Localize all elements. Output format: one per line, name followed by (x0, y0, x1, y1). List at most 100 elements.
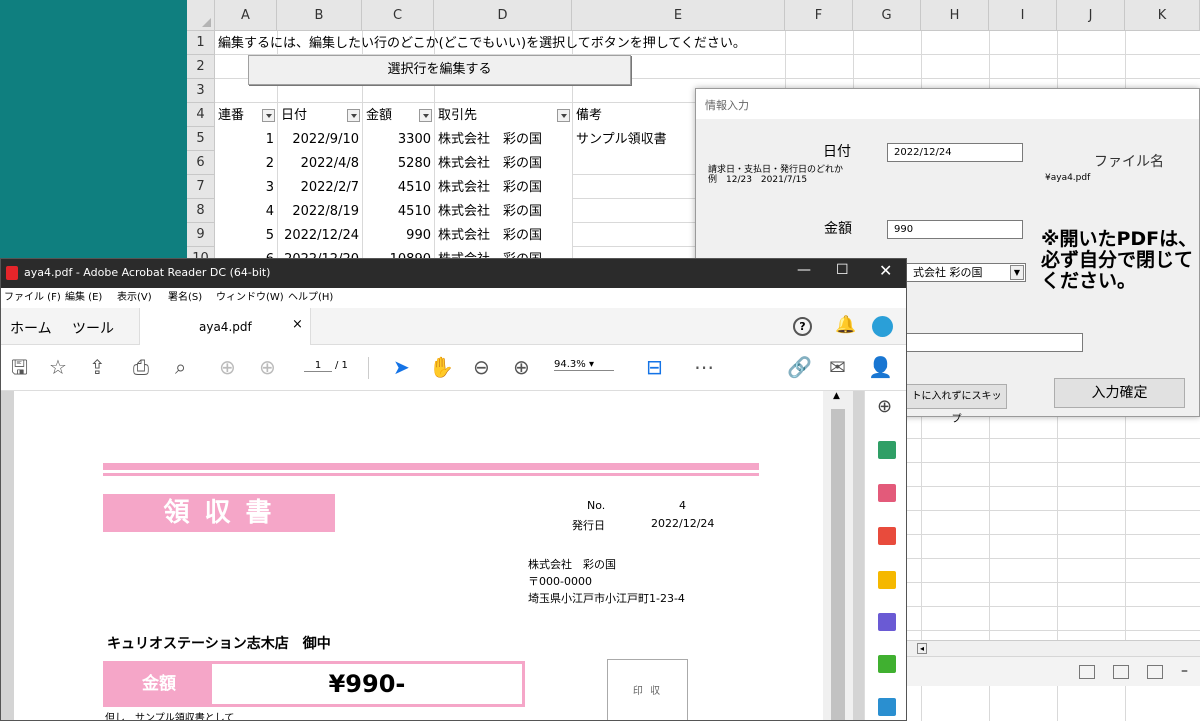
row-header-8[interactable]: 8 (187, 199, 215, 223)
col-header-i[interactable]: I (989, 0, 1057, 31)
scroll-thumb[interactable] (831, 409, 845, 720)
edit-pdf-icon[interactable] (878, 698, 896, 716)
row-header-9[interactable]: 9 (187, 223, 215, 247)
minimize-icon[interactable]: — (797, 262, 811, 278)
menu-sign[interactable]: 署名(S) (168, 288, 202, 308)
menu-window[interactable]: ウィンドウ(W) (216, 288, 284, 308)
cell-amount[interactable]: 3300 (363, 128, 434, 151)
amount-field[interactable]: 990 (887, 220, 1023, 239)
page-layout-view-icon[interactable] (1113, 665, 1129, 679)
row-header-6[interactable]: 6 (187, 151, 215, 175)
row-header-5[interactable]: 5 (187, 127, 215, 151)
close-tab-icon[interactable]: × (292, 317, 303, 332)
col-header-b[interactable]: B (277, 0, 362, 31)
save-icon[interactable]: 🖫 (11, 354, 28, 380)
search-zoom-icon[interactable]: ⌕ (175, 354, 186, 380)
cell-client[interactable]: 株式会社 彩の国 (435, 176, 572, 199)
header-client[interactable]: 取引先 (435, 104, 572, 127)
print-icon[interactable]: ⎙ (133, 354, 149, 380)
col-header-f[interactable]: F (785, 0, 853, 31)
normal-view-icon[interactable] (1079, 665, 1095, 679)
cell-no[interactable]: 4 (215, 200, 277, 223)
avatar[interactable] (872, 316, 893, 337)
col-header-d[interactable]: D (434, 0, 572, 31)
page-number-input[interactable]: 1 (304, 360, 332, 372)
tab-home[interactable]: ホーム (10, 318, 52, 338)
combine-files-icon[interactable] (878, 613, 896, 631)
row-header-2[interactable]: 2 (187, 55, 215, 79)
close-icon[interactable]: ✕ (879, 261, 892, 280)
menu-help[interactable]: ヘルプ(H) (288, 288, 333, 308)
vertical-scrollbar[interactable]: ▲ (823, 391, 853, 720)
memo-field[interactable] (906, 333, 1083, 352)
cell-no[interactable]: 5 (215, 224, 277, 247)
cell-client[interactable]: 株式会社 彩の国 (435, 128, 572, 151)
client-select[interactable]: 式会社 彩の国 ▼ (906, 263, 1026, 282)
header-date[interactable]: 日付 (278, 104, 362, 127)
cell-amount[interactable]: 4510 (363, 176, 434, 199)
menu-file[interactable]: ファイル (F) (4, 288, 61, 308)
edit-selected-row-button[interactable]: 選択行を編集する (248, 55, 631, 85)
maximize-icon[interactable]: ☐ (836, 262, 849, 278)
filter-dropdown-icon[interactable] (347, 109, 360, 122)
cursor-icon[interactable]: ➤ (393, 354, 410, 380)
share-link-icon[interactable]: 🔗 (787, 354, 812, 380)
next-page-icon[interactable]: ⊕ (259, 354, 276, 380)
page-fit-icon[interactable]: ⊟ (646, 354, 663, 380)
bell-icon[interactable]: 🔔 (835, 315, 856, 335)
header-amount[interactable]: 金額 (363, 104, 434, 127)
cell-date[interactable]: 2022/9/10 (278, 128, 362, 151)
col-header-g[interactable]: G (853, 0, 921, 31)
scroll-left-icon[interactable]: ◂ (917, 643, 927, 654)
help-icon[interactable]: ? (793, 317, 812, 336)
cell-date[interactable]: 2022/8/19 (278, 200, 362, 223)
row-header-7[interactable]: 7 (187, 175, 215, 199)
col-header-c[interactable]: C (362, 0, 434, 31)
col-header-k[interactable]: K (1125, 0, 1200, 31)
header-no[interactable]: 連番 (215, 104, 277, 127)
cell-amount[interactable]: 4510 (363, 200, 434, 223)
cell-date[interactable]: 2022/2/7 (278, 176, 362, 199)
cell-client[interactable]: 株式会社 彩の国 (435, 200, 572, 223)
tab-document[interactable]: aya4.pdf × (139, 308, 311, 345)
cell-date[interactable]: 2022/4/8 (278, 152, 362, 175)
zoom-out-icon[interactable]: ⊖ (473, 354, 490, 380)
cell-client[interactable]: 株式会社 彩の国 (435, 152, 572, 175)
select-all-corner[interactable] (187, 0, 215, 31)
horizontal-scrollbar[interactable]: ◂ (907, 640, 1200, 656)
filter-dropdown-icon[interactable] (419, 109, 432, 122)
previous-page-icon[interactable]: ⊕ (219, 354, 236, 380)
col-header-h[interactable]: H (921, 0, 989, 31)
cell-amount[interactable]: 5280 (363, 152, 434, 175)
zoom-in-icon[interactable]: ⊕ (513, 354, 530, 380)
scroll-up-icon[interactable]: ▲ (833, 391, 840, 401)
zoom-select[interactable]: 94.3% ▾ (554, 359, 614, 371)
create-pdf-icon[interactable] (878, 527, 896, 545)
cell-no[interactable]: 1 (215, 128, 277, 151)
comment-icon[interactable] (878, 571, 896, 589)
export-pdf-icon[interactable] (878, 441, 896, 459)
zoom-out-icon[interactable]: – (1181, 663, 1188, 679)
organize-pages-icon[interactable] (878, 484, 896, 502)
menu-view[interactable]: 表示(V) (117, 288, 152, 308)
menu-edit[interactable]: 編集 (E) (65, 288, 102, 308)
filter-dropdown-icon[interactable] (557, 109, 570, 122)
cell-no[interactable]: 3 (215, 176, 277, 199)
confirm-button[interactable]: 入力確定 (1054, 378, 1185, 408)
chevron-down-icon[interactable]: ▼ (1010, 265, 1024, 280)
col-header-e[interactable]: E (572, 0, 785, 31)
zoom-tool-icon[interactable]: ⊕ (877, 396, 892, 417)
star-icon[interactable]: ☆ (49, 354, 67, 380)
cell-no[interactable]: 2 (215, 152, 277, 175)
cloud-upload-icon[interactable]: ⇪ (89, 354, 106, 380)
skip-button[interactable]: トに入れずにスキップ (906, 384, 1007, 425)
cell-amount[interactable]: 990 (363, 224, 434, 247)
row-header-1[interactable]: 1 (187, 31, 215, 55)
col-header-j[interactable]: J (1057, 0, 1125, 31)
row-header-3[interactable]: 3 (187, 79, 215, 103)
row-header-4[interactable]: 4 (187, 103, 215, 127)
more-icon[interactable]: ⋯ (694, 354, 714, 380)
date-field[interactable]: 2022/12/24 (887, 143, 1023, 162)
email-icon[interactable]: ✉ (829, 354, 846, 380)
cell-client[interactable]: 株式会社 彩の国 (435, 224, 572, 247)
